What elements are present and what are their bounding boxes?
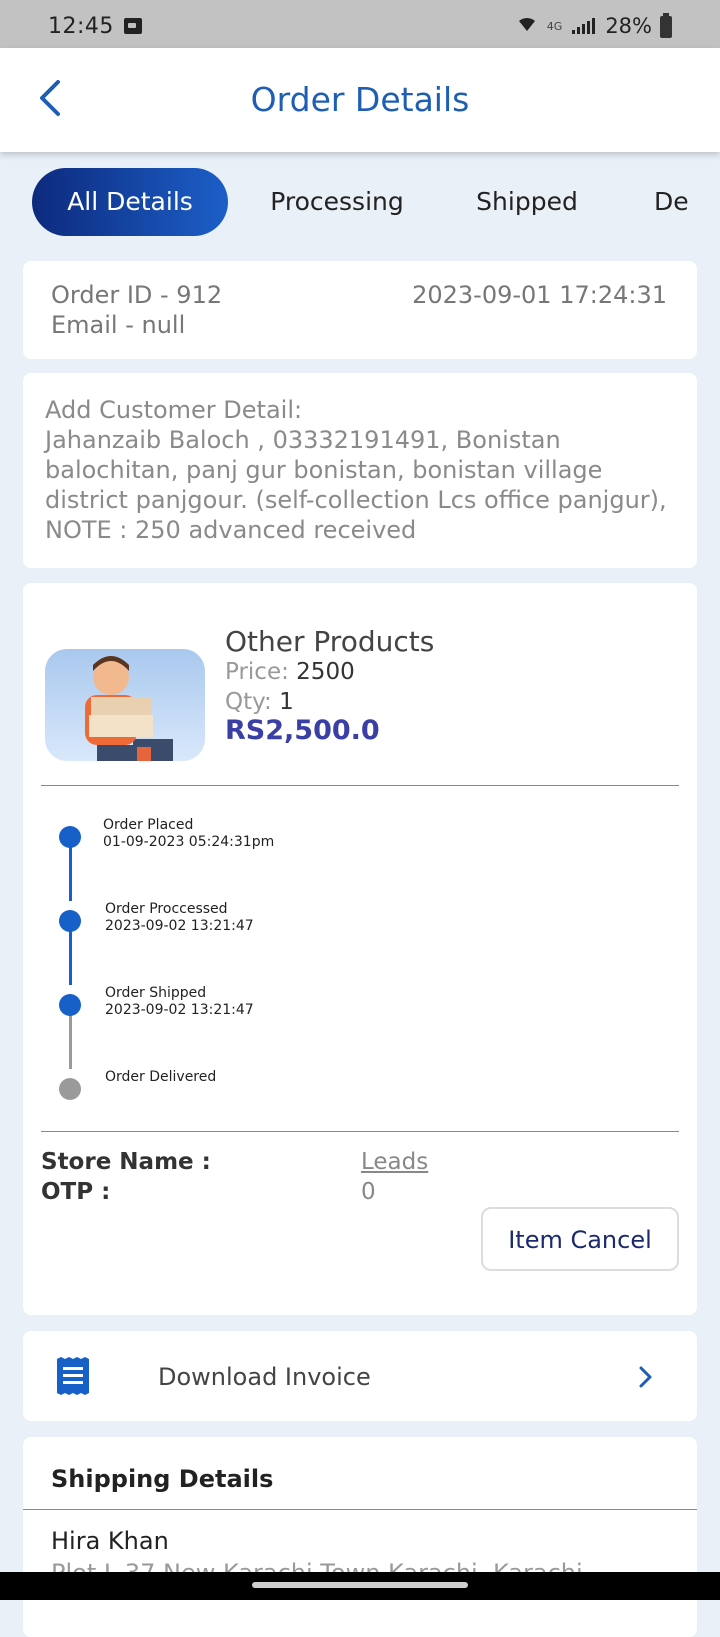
product-price: Price: 2500 (225, 659, 355, 685)
shipping-name: Hira Khan (51, 1527, 169, 1555)
status-tabs: All Details Processing Shipped De (0, 168, 720, 238)
order-id: Order ID - 912 (51, 281, 223, 309)
system-nav-bar (0, 1572, 720, 1600)
customer-detail-heading: Add Customer Detail: (45, 396, 303, 424)
product-card: Other Products Price: 2500 Qty: 1 RS2,50… (23, 583, 697, 1315)
timeline-date: 2023-09-02 13:21:47 (105, 1002, 254, 1018)
shipping-title: Shipping Details (51, 1465, 274, 1493)
page-title: Order Details (250, 80, 470, 119)
timeline-title: Order Placed (103, 817, 194, 833)
item-cancel-button[interactable]: Item Cancel (481, 1207, 679, 1271)
qty-label: Qty: (225, 689, 272, 715)
signal-icon (572, 18, 596, 34)
battery-icon (660, 13, 672, 38)
shipping-details-card: Shipping Details Hira Khan Plot L 37 New… (23, 1437, 697, 1637)
app-header: Order Details (0, 48, 720, 152)
invoice-icon (57, 1357, 89, 1395)
timeline-date: 2023-09-02 13:21:47 (105, 918, 254, 934)
timeline-title: Order Delivered (105, 1069, 217, 1085)
download-invoice-row[interactable]: Download Invoice (23, 1331, 697, 1421)
product-qty: Qty: 1 (225, 689, 294, 715)
product-image (45, 649, 205, 761)
timeline-title: Order Shipped (105, 985, 207, 1001)
status-time: 12:45 (48, 14, 114, 39)
qty-value: 1 (279, 689, 294, 715)
order-email: Email - null (51, 311, 186, 339)
tab-shipped[interactable]: Shipped (462, 168, 592, 236)
divider (41, 785, 679, 786)
chevron-right-icon (639, 1366, 652, 1388)
order-summary-card: Order ID - 912 Email - null 2023-09-01 1… (23, 261, 697, 359)
product-name: Other Products (225, 625, 435, 658)
timeline-dot-done (59, 910, 81, 932)
customer-detail-text: Add Customer Detail: Jahanzaib Baloch , … (45, 395, 677, 545)
download-invoice-label: Download Invoice (158, 1363, 371, 1391)
otp-label: OTP : (41, 1179, 111, 1205)
timeline-dot-pending (59, 1078, 81, 1100)
price-value: 2500 (296, 659, 355, 685)
customer-detail-body: Jahanzaib Baloch , 03332191491, Bonistan… (45, 426, 667, 544)
divider (41, 1131, 679, 1132)
tab-processing[interactable]: Processing (252, 168, 422, 236)
network-type: 4G (546, 19, 563, 33)
tab-all-details[interactable]: All Details (32, 168, 228, 236)
product-total: RS2,500.0 (225, 715, 380, 746)
store-name-link[interactable]: Leads (361, 1149, 428, 1175)
tab-delivered[interactable]: De (654, 168, 720, 236)
timeline-dot-done (59, 994, 81, 1016)
order-datetime: 2023-09-01 17:24:31 (412, 281, 667, 309)
customer-detail-card: Add Customer Detail: Jahanzaib Baloch , … (23, 373, 697, 568)
home-gesture-handle[interactable] (252, 1582, 468, 1588)
timeline-date: 01-09-2023 05:24:31pm (103, 834, 275, 850)
price-label: Price: (225, 659, 289, 685)
wifi-icon (517, 15, 537, 37)
image-notification-icon (124, 18, 142, 34)
status-indicators: 4G 28% (517, 14, 670, 38)
status-bar: 12:45 4G 28% (0, 0, 720, 48)
timeline-title: Order Proccessed (105, 901, 228, 917)
otp-value: 0 (361, 1179, 376, 1205)
divider (23, 1509, 697, 1510)
timeline-dot-done (59, 826, 81, 848)
battery-percent: 28% (605, 14, 652, 38)
store-name-label: Store Name : (41, 1149, 211, 1175)
